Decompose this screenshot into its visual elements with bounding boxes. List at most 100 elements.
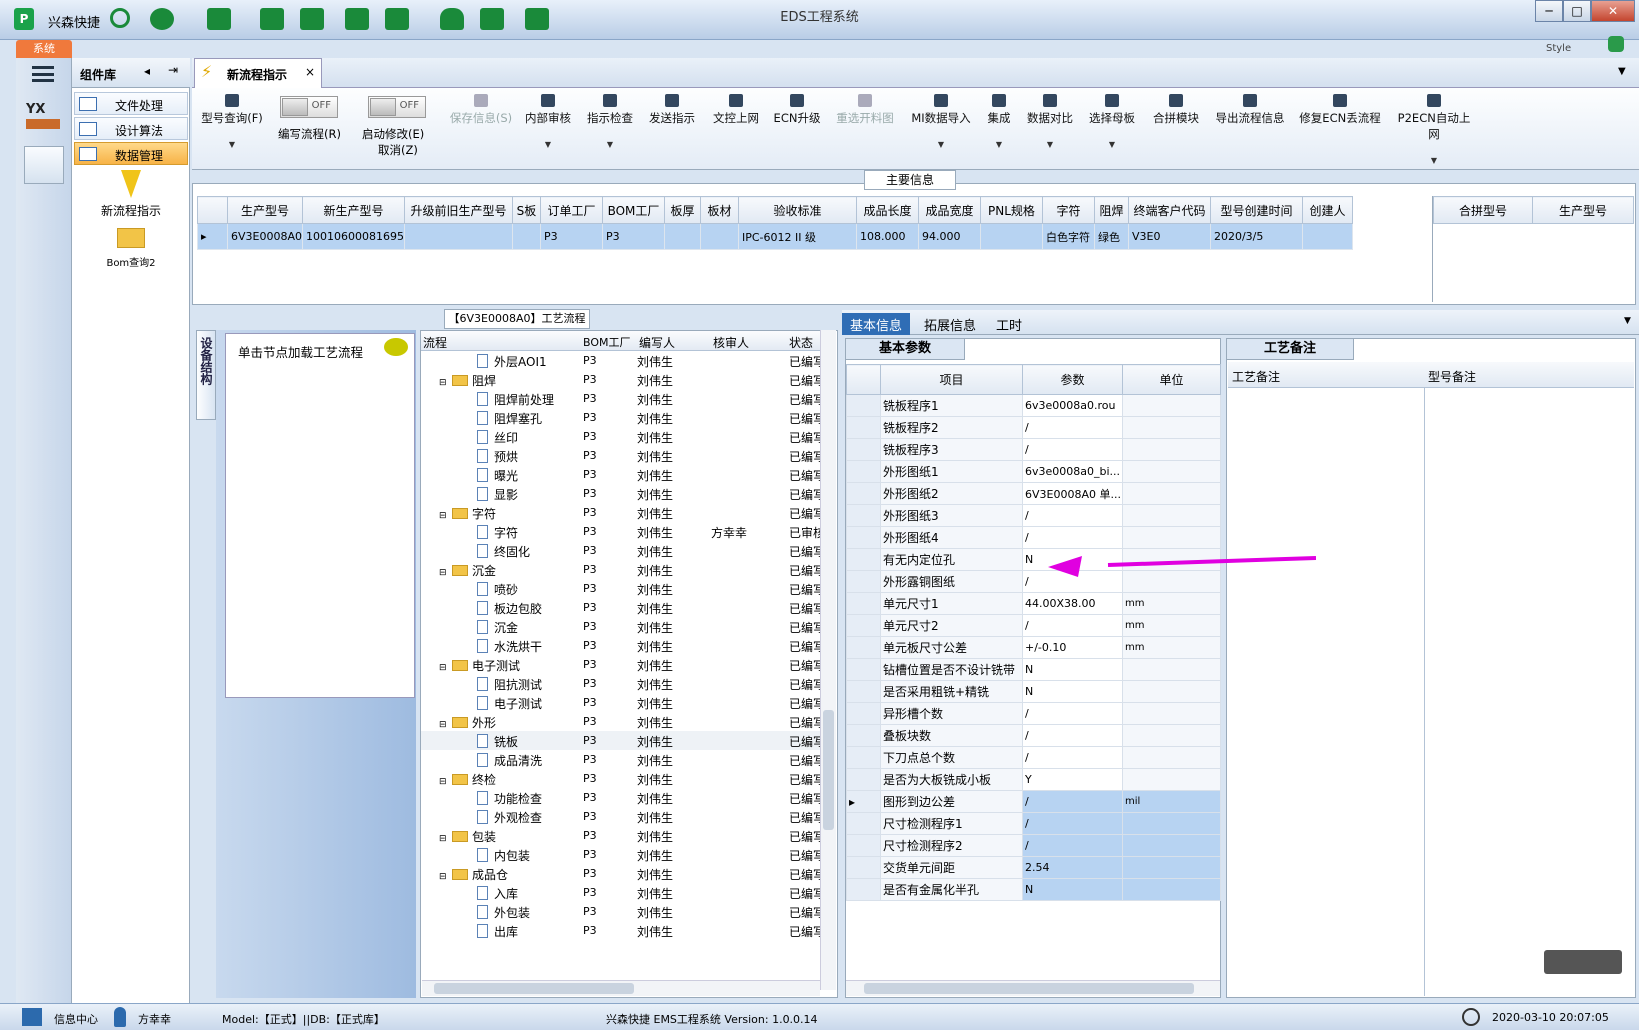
col-header[interactable]: 流程 <box>423 334 447 351</box>
cell[interactable]: 94.000 <box>917 223 981 250</box>
col-header[interactable]: 工艺备注 <box>1232 368 1280 385</box>
tab-dropdown-icon[interactable]: ▼ <box>1624 316 1631 326</box>
combine-module-button[interactable]: 合拼模块 <box>1150 94 1202 126</box>
params-horizontal-scrollbar[interactable] <box>846 980 1220 996</box>
phone-icon[interactable] <box>1608 36 1624 52</box>
cell[interactable]: 绿色 <box>1093 223 1129 250</box>
tree-row[interactable]: 板边包胶 P3 刘伟生 已编写 <box>421 598 821 617</box>
col-header[interactable]: 新生产型号 <box>302 196 405 224</box>
collapse-toggle-icon[interactable]: ⊟ <box>439 663 448 673</box>
cell[interactable]: 白色字符 <box>1041 223 1095 250</box>
collapse-toggle-icon[interactable]: ⊟ <box>439 568 448 578</box>
tab-dropdown-icon[interactable]: ▼ <box>1618 66 1626 77</box>
tree-row[interactable]: ⊟ 包装 P3 刘伟生 已编写 <box>421 826 821 845</box>
col-header[interactable]: BOM工厂 <box>583 334 631 350</box>
dropdown-icon[interactable]: ▼ <box>1392 156 1476 165</box>
dropdown-icon[interactable]: ▼ <box>1086 140 1138 149</box>
col-header[interactable]: 升级前旧生产型号 <box>403 196 513 224</box>
yx-module-icon[interactable]: YX <box>26 102 60 134</box>
tree-row[interactable]: 预烘 P3 刘伟生 已编写 <box>421 446 821 465</box>
param-value[interactable]: 6V3E0008A0 单... <box>1022 482 1123 505</box>
tree-row[interactable]: 字符 P3 刘伟生 方幸幸 已审核 <box>421 522 821 541</box>
collapse-toggle-icon[interactable]: ⊟ <box>439 511 448 521</box>
col-header[interactable]: 板厚 <box>663 196 701 224</box>
param-value[interactable]: +/-0.10 <box>1022 636 1123 659</box>
collapse-toggle-icon[interactable]: ⊟ <box>439 834 448 844</box>
col-header[interactable]: 阻焊 <box>1093 196 1129 224</box>
table-row[interactable]: 铣板程序1 6v3e0008a0.rou <box>846 394 1221 417</box>
tree-row[interactable]: 丝印 P3 刘伟生 已编写 <box>421 427 821 446</box>
col-header[interactable]: 终端客户代码 <box>1127 196 1211 224</box>
tree-row[interactable]: 喷砂 P3 刘伟生 已编写 <box>421 579 821 598</box>
collapse-left-icon[interactable]: ◂ <box>144 64 150 78</box>
collapse-toggle-icon[interactable]: ⊟ <box>439 720 448 730</box>
col-header[interactable]: 创建人 <box>1301 196 1353 224</box>
table-row[interactable]: 外形图纸1 6v3e0008a0_bi... <box>846 460 1221 483</box>
cell[interactable]: P3 <box>601 223 665 250</box>
tree-row[interactable]: 外包装 P3 刘伟生 已编写 <box>421 902 821 921</box>
param-value[interactable]: N <box>1022 680 1123 703</box>
table-row[interactable]: 单元尺寸2/mm <box>846 614 1221 637</box>
cell[interactable] <box>663 223 701 250</box>
collapse-toggle-icon[interactable]: ⊟ <box>439 378 448 388</box>
repair-ecn-button[interactable]: 修复ECN丢流程 <box>1298 94 1382 126</box>
col-header[interactable]: 参数 <box>1022 364 1123 395</box>
tree-row[interactable]: 内包装 P3 刘伟生 已编写 <box>421 845 821 864</box>
param-value[interactable]: 6v3e0008a0_bi... <box>1022 460 1123 483</box>
table-row[interactable]: 叠板块数 / <box>846 724 1221 747</box>
table-row[interactable]: 铣板程序3/ <box>846 438 1221 461</box>
col-header[interactable]: 核审人 <box>713 334 749 351</box>
close-button[interactable]: ✕ <box>1591 0 1635 22</box>
menu-icon[interactable] <box>32 66 54 82</box>
dropdown-icon[interactable]: ▼ <box>910 140 972 149</box>
cell[interactable] <box>979 223 1043 250</box>
ecn-upgrade-button[interactable]: ECN升级 <box>772 94 822 126</box>
table-row[interactable]: 单元尺寸1 44.00X38.00 mm <box>846 592 1221 615</box>
table-row[interactable]: 外形图纸2 6V3E0008A0 单... <box>846 482 1221 505</box>
internal-review-button[interactable]: 内部审核 ▼ <box>522 94 574 149</box>
dropdown-icon[interactable]: ▼ <box>584 140 636 149</box>
dropdown-icon[interactable]: ▼ <box>1024 140 1076 149</box>
model-query-button[interactable]: 型号查询(F) ▼ <box>200 94 264 149</box>
sidebar-item-file[interactable]: 文件处理 <box>74 92 188 115</box>
tree-row[interactable]: 外观检查 P3 刘伟生 已编写 <box>421 807 821 826</box>
p2ecn-upload-button[interactable]: P2ECN自动上网 ▼ <box>1392 94 1476 165</box>
tree-row[interactable]: 阻焊塞孔 P3 刘伟生 已编写 <box>421 408 821 427</box>
col-header[interactable]: 状态 <box>789 334 813 351</box>
tree-row[interactable]: ⊟ 阻焊 P3 刘伟生 已编写 <box>421 370 821 389</box>
param-value[interactable]: 44.00X38.00 <box>1022 592 1123 615</box>
table-row[interactable]: 铣板程序2/ <box>846 416 1221 439</box>
tree-row[interactable]: 水洗烘干 P3 刘伟生 已编写 <box>421 636 821 655</box>
dropdown-icon[interactable]: ▼ <box>982 140 1016 149</box>
collapse-toggle-icon[interactable]: ⊟ <box>439 872 448 882</box>
start-modify-toggle[interactable]: OFF <box>368 96 426 118</box>
cell[interactable] <box>403 223 513 250</box>
col-header[interactable]: 单位 <box>1122 364 1221 395</box>
col-header[interactable]: 编写人 <box>639 334 675 351</box>
select-mother-board-button[interactable]: 选择母板 ▼ <box>1086 94 1138 149</box>
tree-row[interactable]: 终固化 P3 刘伟生 已编写 <box>421 541 821 560</box>
tree-row[interactable]: 出库 P3 刘伟生 已编写 <box>421 921 821 940</box>
tree-row[interactable]: 铣板 P3 刘伟生 已编写 <box>421 731 821 750</box>
data-compare-button[interactable]: 数据对比 ▼ <box>1024 94 1076 149</box>
tree-row[interactable]: 电子测试 P3 刘伟生 已编写 <box>421 693 821 712</box>
table-row[interactable]: 下刀点总个数 / <box>846 746 1221 769</box>
param-value[interactable]: / <box>1022 416 1123 439</box>
tree-row[interactable]: ⊟ 成品仓 P3 刘伟生 已编写 <box>421 864 821 883</box>
col-header[interactable]: PNL规格 <box>979 196 1043 224</box>
cell[interactable] <box>511 223 541 250</box>
info-center-label[interactable]: 信息中心 <box>54 1011 98 1027</box>
table-row[interactable]: 交货单元间距 2.54 <box>846 856 1221 879</box>
tree-vertical-scrollbar[interactable] <box>820 330 836 990</box>
tab-basic-info[interactable]: 基本信息 <box>842 313 911 335</box>
tab-work-hours[interactable]: 工时 <box>988 313 1030 335</box>
tab-close-icon[interactable]: × <box>305 65 315 79</box>
tree-row[interactable]: 入库 P3 刘伟生 已编写 <box>421 883 821 902</box>
integrate-button[interactable]: 集成 ▼ <box>982 94 1016 149</box>
tree-row[interactable]: 阻抗测试 P3 刘伟生 已编写 <box>421 674 821 693</box>
param-value[interactable]: / <box>1022 438 1123 461</box>
sidebar-item-data[interactable]: 数据管理 <box>74 142 188 165</box>
col-header[interactable]: 生产型号 <box>227 196 303 224</box>
cell[interactable]: 2020/3/5 <box>1209 223 1303 250</box>
col-header[interactable]: 字符 <box>1041 196 1095 224</box>
